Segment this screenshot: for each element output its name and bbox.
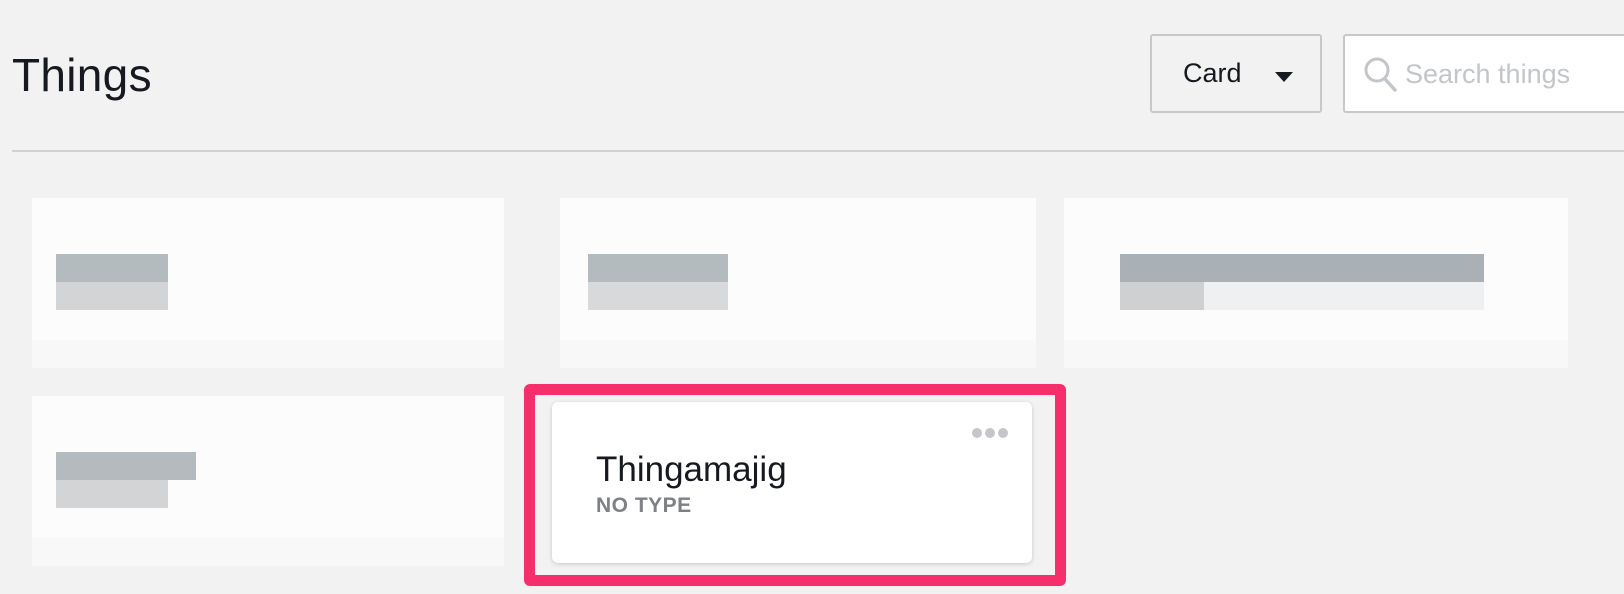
search-icon: [1364, 57, 1397, 92]
blurred-card-content: [56, 452, 196, 480]
thing-card[interactable]: Thingamajig NO TYPE: [552, 402, 1032, 563]
things-page: Things Card Search things Thingamajig NO…: [0, 0, 1624, 594]
thing-card-type: NO TYPE: [596, 494, 692, 517]
page-title: Things: [12, 49, 152, 101]
blurred-card[interactable]: [1064, 198, 1568, 368]
blurred-card-content: [588, 254, 728, 282]
blurred-card-content: [56, 282, 168, 310]
blurred-card-content: [1204, 282, 1484, 310]
more-icon[interactable]: [972, 424, 1010, 440]
blurred-card-content: [1120, 254, 1484, 282]
search-input[interactable]: [1405, 50, 1624, 98]
blurred-card[interactable]: [32, 198, 504, 368]
chevron-down-icon: [1275, 72, 1293, 82]
view-select-value: Card: [1183, 58, 1242, 88]
blurred-card-content: [32, 340, 504, 368]
blurred-card-content: [56, 480, 168, 508]
blurred-card-content: [1120, 282, 1204, 310]
header-divider: [12, 150, 1624, 152]
blurred-card[interactable]: [32, 396, 504, 566]
blurred-card-content: [560, 340, 1036, 368]
thing-card-title: Thingamajig: [596, 450, 787, 489]
search-box[interactable]: [1343, 34, 1624, 113]
blurred-card-content: [32, 538, 504, 566]
blurred-card[interactable]: [560, 198, 1036, 368]
view-select[interactable]: Card: [1150, 34, 1322, 113]
blurred-card-content: [1064, 340, 1568, 368]
blurred-card-content: [588, 282, 728, 310]
blurred-card-content: [56, 254, 168, 282]
